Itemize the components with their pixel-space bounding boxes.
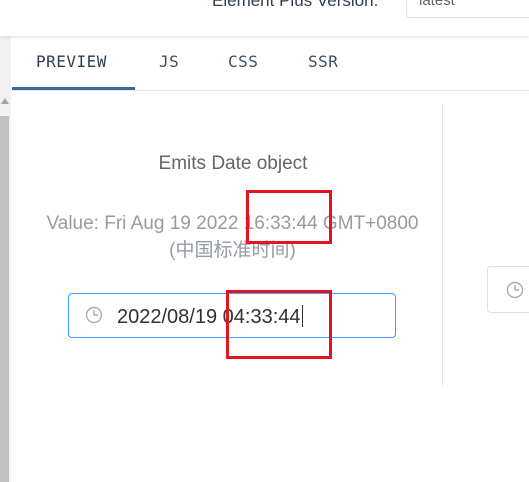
tab-preview[interactable]: PREVIEW — [36, 52, 107, 71]
editor-scrollbar[interactable] — [0, 36, 11, 482]
emits-heading: Emits Date object — [158, 153, 308, 174]
value-display: Value: Fri Aug 19 2022 16:33:44 GMT+0800… — [20, 210, 445, 264]
right-time-picker[interactable] — [487, 266, 529, 313]
value-timezone: (中国标准时间) — [169, 240, 296, 261]
active-tab-indicator — [12, 87, 135, 90]
repl-window: Element Plus Version: latest PREVIEW JS … — [0, 0, 529, 482]
header-bar: Element Plus Version: latest — [0, 0, 529, 36]
scroll-up-arrow-icon[interactable] — [1, 98, 9, 104]
clock-icon — [85, 306, 103, 324]
time-picker-input[interactable]: 2022/08/19 04:33:44 — [68, 293, 396, 338]
version-select[interactable]: latest — [406, 0, 529, 18]
output-tabs: PREVIEW JS CSS SSR — [11, 36, 529, 91]
tab-ssr[interactable]: SSR — [308, 52, 338, 71]
time-picker-value-wrap: 2022/08/19 04:33:44 — [117, 305, 303, 329]
scroll-thumb[interactable] — [0, 116, 9, 482]
text-caret — [301, 305, 303, 327]
version-label: Element Plus Version: — [212, 0, 379, 10]
clock-icon — [506, 281, 524, 299]
value-line: Value: Fri Aug 19 2022 16:33:44 GMT+0800 — [46, 213, 419, 234]
panel-divider — [442, 104, 443, 386]
tab-js[interactable]: JS — [159, 52, 179, 71]
time-picker-value: 2022/08/19 04:33:44 — [117, 306, 301, 328]
version-select-value: latest — [419, 0, 455, 9]
tab-css[interactable]: CSS — [228, 52, 258, 71]
